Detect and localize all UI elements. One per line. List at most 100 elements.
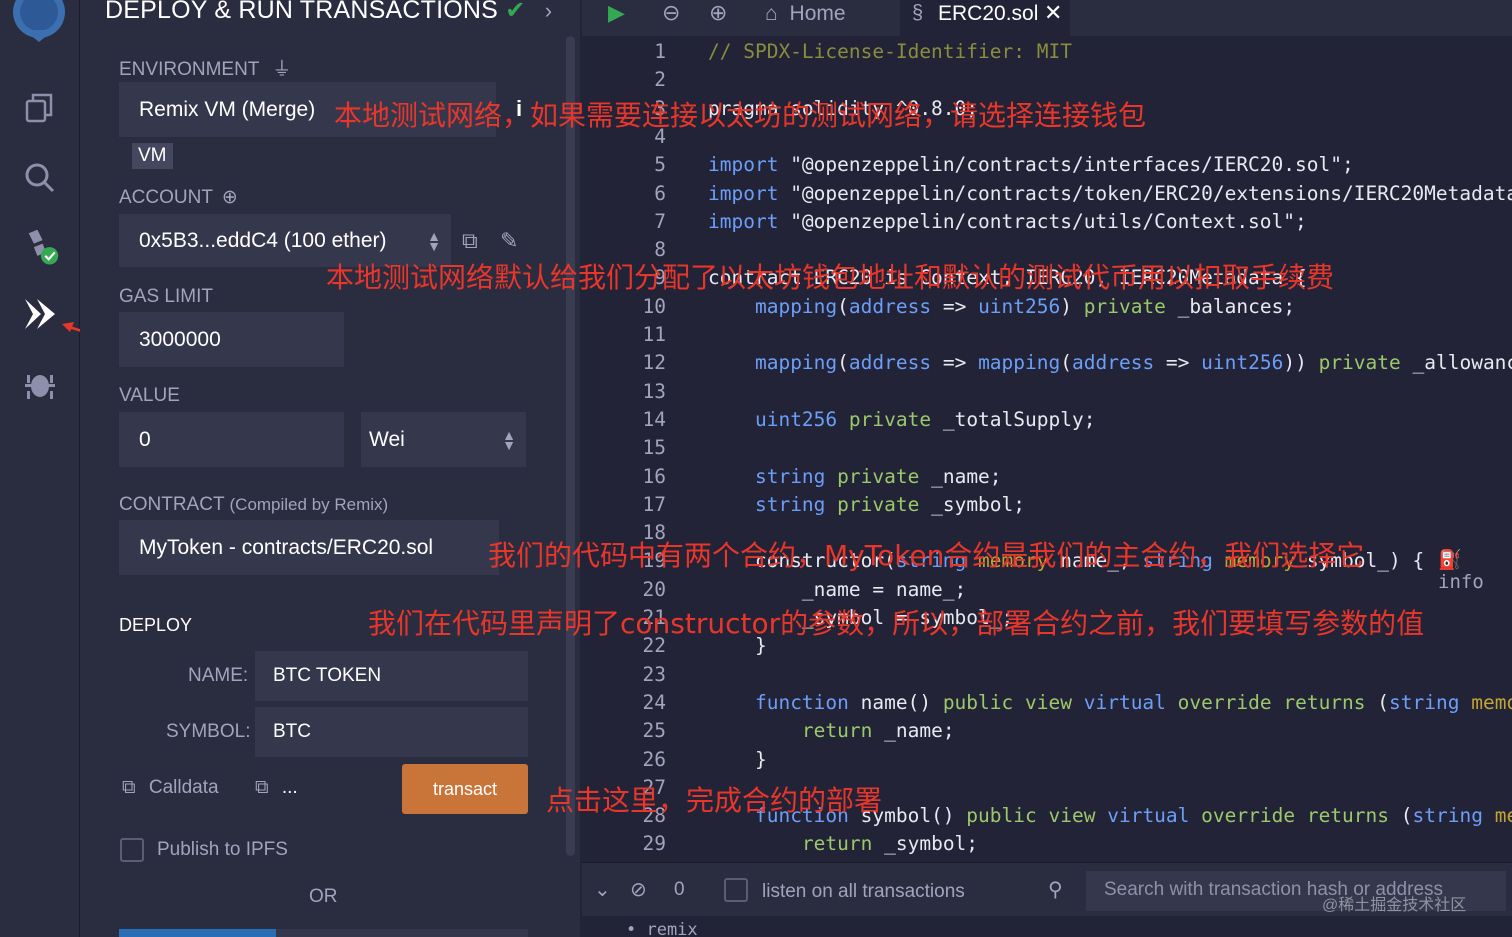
code-token: private: [1318, 351, 1401, 375]
ellipsis-text: ...: [281, 777, 298, 798]
close-icon[interactable]: ✕: [1044, 0, 1062, 26]
line-number: 11: [642, 323, 666, 346]
code-token: memo: [1494, 804, 1512, 828]
code-line: string private _name;: [708, 465, 1002, 488]
name-param-input[interactable]: BTC TOKEN: [255, 651, 528, 701]
edit-icon[interactable]: ✎: [500, 228, 518, 254]
params-copy[interactable]: ⧉ ...: [255, 777, 298, 799]
line-number: 24: [642, 690, 666, 714]
file-explorer-icon[interactable]: [20, 88, 60, 128]
code-token: // SPDX-License-Identifier: MIT: [708, 40, 1072, 63]
clear-console-icon[interactable]: ⊘: [630, 877, 647, 902]
value-unit-select[interactable]: Wei ▲ ▼: [361, 412, 526, 467]
contract-select[interactable]: MyToken - contracts/ERC20.sol: [119, 520, 499, 575]
code-token: string: [1412, 804, 1483, 828]
plug-icon: ⏚: [272, 59, 292, 80]
code-token: _totalSupply;: [931, 407, 1096, 431]
chevron-right-icon[interactable]: ›: [545, 0, 553, 23]
code-token: address: [848, 351, 932, 375]
code-token: returns: [1283, 690, 1366, 714]
tab-erc20-label: ERC20.sol: [938, 2, 1039, 25]
code-token: =>: [1154, 351, 1202, 375]
code-token: return: [801, 719, 873, 743]
panel-scrollbar[interactable]: [566, 36, 575, 856]
code-line: string private _symbol;: [708, 493, 1025, 516]
environment-label-text: ENVIRONMENT: [119, 59, 260, 80]
code-token: string: [754, 492, 826, 516]
value-input[interactable]: 0: [119, 412, 344, 467]
code-token: string: [1389, 690, 1460, 714]
tab-erc20[interactable]: § ERC20.sol ✕: [900, 0, 1070, 36]
select-arrows-icon: ▲ ▼: [502, 426, 516, 453]
gas-limit-input[interactable]: 3000000: [119, 312, 344, 367]
code-token: virtual: [1107, 804, 1190, 828]
zoom-in-icon[interactable]: ⊕: [709, 0, 727, 26]
code-token: view: [1048, 804, 1096, 828]
code-token: =>: [931, 351, 979, 375]
symbol-param-input[interactable]: BTC: [255, 707, 528, 757]
search-icon[interactable]: [20, 158, 60, 198]
copy-icon: ⧉: [122, 777, 136, 798]
vm-badge: VM: [132, 143, 173, 169]
code-token: override: [1201, 804, 1296, 828]
at-address-button[interactable]: [119, 929, 276, 937]
panel-title-text: DEPLOY & RUN TRANSACTIONS: [105, 0, 499, 24]
terminal-output: • remix: [582, 916, 1512, 937]
debugger-icon[interactable]: [20, 364, 60, 404]
line-number: 12: [642, 351, 666, 375]
line-number: 1: [654, 40, 666, 63]
code-token: name(): [848, 690, 943, 714]
transact-button[interactable]: transact: [402, 764, 528, 814]
solidity-compiler-icon[interactable]: [20, 228, 60, 268]
listen-all-label: listen on all transactions: [762, 881, 965, 902]
line-number: 20: [642, 577, 666, 601]
checkmark-icon: ✔: [505, 0, 526, 24]
code-line: import "@openzeppelin/contracts/token/ER…: [708, 182, 1512, 205]
line-number: 6: [654, 181, 666, 205]
search-icon: ⚲: [1048, 879, 1063, 901]
zoom-out-icon[interactable]: ⊖: [662, 0, 680, 26]
code-line: uint256 private _totalSupply;: [708, 407, 1096, 431]
code-token: (: [837, 294, 849, 318]
code-token: private: [848, 407, 932, 431]
code-token: returns: [1306, 804, 1390, 828]
code-token: function: [754, 690, 849, 714]
code-token: uint256: [754, 407, 838, 431]
value-unit: Wei: [369, 427, 405, 451]
solidity-file-icon: §: [912, 2, 924, 24]
code-token: "@openzeppelin/contracts/token/ERC20/ext…: [778, 181, 1512, 205]
remix-logo-icon[interactable]: [6, 0, 72, 50]
panel-title: DEPLOY & RUN TRANSACTIONS ✔ ›: [105, 0, 552, 25]
gutter-info-text: info: [1438, 571, 1484, 593]
code-editor[interactable]: 1// SPDX-License-Identifier: MIT 2 3 pragma…: [582, 36, 1512, 862]
copy-icon[interactable]: ⧉: [462, 228, 478, 254]
code-line: function name() public view virtual over…: [708, 691, 1512, 714]
at-address-input[interactable]: [276, 929, 528, 937]
code-token: _symbol;: [919, 492, 1026, 516]
code-token: "@openzeppelin/contracts/utils/Context.s…: [778, 209, 1307, 233]
copy-icon: ⧉: [255, 777, 269, 798]
code-token: return: [801, 832, 873, 856]
line-number: 16: [642, 464, 666, 488]
collapse-terminal-icon[interactable]: ⌄: [594, 877, 611, 902]
listen-all-checkbox[interactable]: [724, 878, 748, 902]
code-token: mapping: [754, 351, 838, 375]
tab-home[interactable]: ⌂ Home: [765, 2, 846, 26]
deploy-run-icon[interactable]: [20, 294, 60, 334]
code-token: mapping: [978, 351, 1061, 375]
line-number: 13: [642, 379, 666, 403]
run-icon[interactable]: ▶: [608, 0, 625, 26]
code-token: (: [1060, 351, 1072, 375]
publish-ipfs-checkbox[interactable]: [120, 838, 144, 862]
deploy-panel: DEPLOY & RUN TRANSACTIONS ✔ › ENVIRONMEN…: [80, 0, 580, 937]
plus-circle-icon[interactable]: ⊕: [222, 187, 238, 208]
calldata-copy[interactable]: ⧉ Calldata: [122, 777, 219, 799]
